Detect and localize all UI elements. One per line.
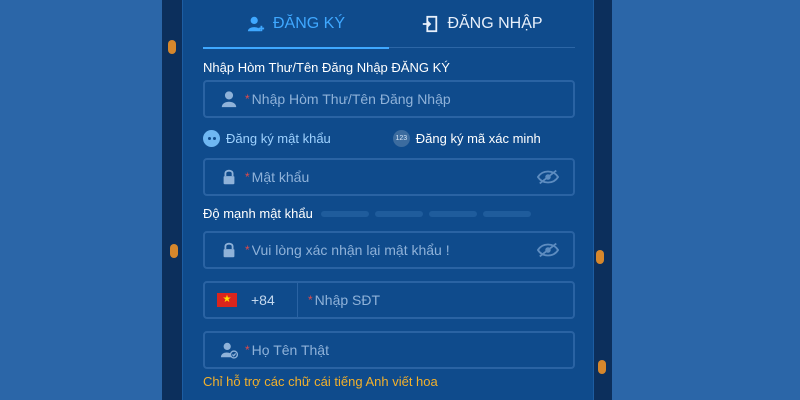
- account-input[interactable]: [251, 91, 573, 107]
- decoration: [598, 360, 606, 374]
- eye-off-icon[interactable]: [537, 168, 559, 186]
- confirm-password-input[interactable]: [251, 242, 573, 258]
- user-icon: [219, 89, 239, 109]
- divider: [297, 281, 298, 319]
- account-field[interactable]: *: [203, 80, 575, 118]
- phone-input[interactable]: [314, 292, 573, 308]
- auth-tabs: ĐĂNG KÝ ĐĂNG NHẬP: [203, 0, 575, 49]
- password-field[interactable]: *: [203, 158, 575, 196]
- password-input[interactable]: [251, 169, 573, 185]
- mode-password-option[interactable]: Đăng ký mật khẩu: [203, 129, 331, 147]
- login-door-icon: [423, 15, 438, 33]
- strength-bar: [482, 210, 531, 217]
- vietnam-flag-icon[interactable]: ★: [217, 293, 237, 307]
- mode-code-label: Đăng ký mã xác minh: [415, 130, 541, 146]
- country-code[interactable]: +84: [251, 292, 287, 308]
- realname-hint: Chỉ hỗ trợ các chữ cái tiếng Anh viết ho…: [203, 374, 438, 389]
- password-strength: Độ mạnh mật khẩu: [203, 206, 531, 221]
- code-icon: 123: [392, 129, 410, 147]
- lock-icon: [219, 167, 239, 187]
- mode-code-option[interactable]: 123 Đăng ký mã xác minh: [392, 129, 541, 147]
- realname-input[interactable]: [251, 342, 573, 358]
- eye-off-icon[interactable]: [537, 241, 559, 259]
- tab-login-label: ĐĂNG NHẬP: [447, 15, 543, 32]
- lock-icon: [219, 240, 239, 260]
- decoration: [596, 250, 604, 264]
- user-plus-icon: [247, 16, 265, 32]
- confirm-password-field[interactable]: *: [203, 231, 575, 269]
- account-label: Nhập Hòm Thư/Tên Đăng Nhập ĐĂNG KÝ: [203, 60, 450, 75]
- password-dots-icon: [203, 129, 220, 147]
- required-mark: *: [245, 343, 250, 357]
- decoration: [168, 40, 176, 54]
- required-mark: *: [245, 243, 250, 257]
- register-mode-options: Đăng ký mật khẩu 123 Đăng ký mã xác minh: [203, 128, 575, 148]
- register-panel: ĐĂNG KÝ ĐĂNG NHẬP Nhập Hòm Thư/Tên Đăng …: [182, 0, 594, 400]
- strength-meter: [320, 210, 531, 217]
- required-mark: *: [245, 170, 250, 184]
- strength-label: Độ mạnh mật khẩu: [203, 206, 313, 221]
- tab-register[interactable]: ĐĂNG KÝ: [203, 0, 389, 49]
- required-mark: *: [308, 293, 313, 307]
- strength-bar: [374, 210, 423, 217]
- tab-register-label: ĐĂNG KÝ: [272, 15, 345, 32]
- user-check-icon: [219, 340, 239, 360]
- required-mark: *: [245, 92, 250, 106]
- strength-bar: [428, 210, 477, 217]
- decoration: [170, 244, 178, 258]
- mode-password-label: Đăng ký mật khẩu: [226, 130, 331, 146]
- strength-bar: [320, 210, 369, 217]
- realname-field[interactable]: *: [203, 331, 575, 369]
- tab-login[interactable]: ĐĂNG NHẬP: [389, 0, 575, 48]
- phone-field[interactable]: ★ +84 *: [203, 281, 575, 319]
